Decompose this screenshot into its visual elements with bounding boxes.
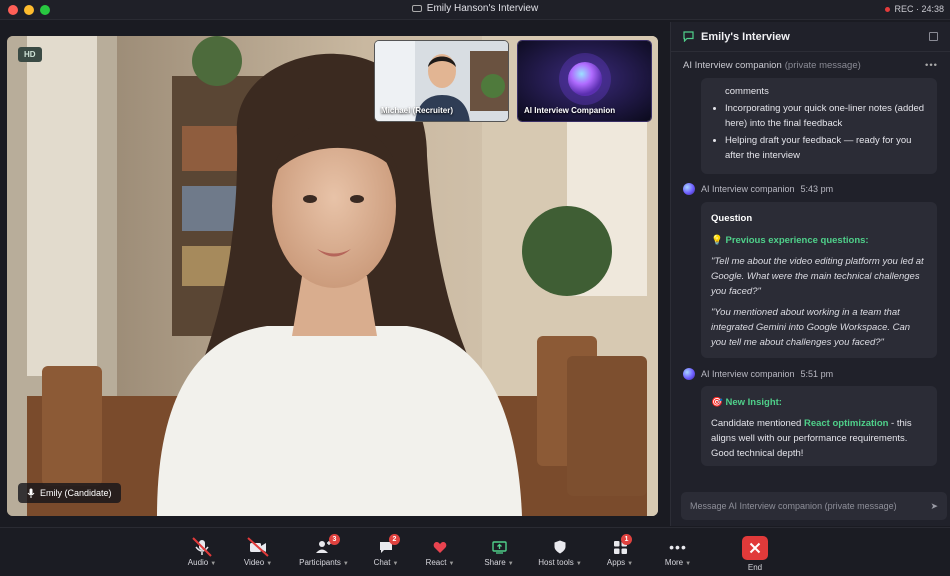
apps-label: Apps	[606, 558, 626, 567]
window-titlebar: Emily Hanson's Interview REC · 24:38	[0, 0, 950, 20]
suggested-question-2: "You mentioned about working in a team t…	[711, 307, 911, 348]
insight-text-before: Candidate mentioned	[711, 418, 804, 429]
shield-icon	[554, 540, 566, 554]
chat-button[interactable]: 2 Chat ▼	[356, 534, 416, 567]
message-meta-2: AI Interview companion 5:43 pm	[683, 183, 833, 195]
candidate-name-tag: Emily (Candidate)	[18, 483, 121, 503]
recording-indicator: REC · 24:38	[885, 4, 944, 14]
close-icon	[749, 542, 761, 554]
message-time: 5:43 pm	[800, 184, 834, 194]
video-camera-icon	[411, 4, 422, 12]
chevron-down-icon: ▼	[342, 561, 349, 567]
suggested-question-1: "Tell me about the video editing platfor…	[711, 256, 924, 297]
ai-companion-video-tile[interactable]: AI Interview Companion	[517, 40, 652, 122]
chevron-down-icon: ▼	[507, 561, 514, 567]
microphone-icon	[27, 488, 35, 498]
insight-header: 🎯 New Insight:	[711, 395, 927, 410]
insight-message-card: 🎯 New Insight: Candidate mentioned React…	[701, 386, 937, 466]
audio-button[interactable]: Audio ▼	[172, 536, 232, 567]
chevron-down-icon: ▼	[448, 561, 455, 567]
chat-message-feed[interactable]: comments Incorporating your quick one-li…	[671, 78, 950, 486]
chat-input-placeholder: Message AI Interview companion (private …	[690, 501, 897, 511]
chat-message-input[interactable]: Message AI Interview companion (private …	[681, 492, 947, 520]
candidate-name-text: Emily (Candidate)	[40, 488, 112, 498]
record-dot-icon	[885, 7, 891, 13]
more-options-icon[interactable]: •••	[925, 60, 938, 71]
ai-companion-name-label: AI Interview Companion	[524, 106, 616, 115]
chat-panel-header: Emily's Interview	[671, 22, 950, 52]
chat-panel-title: Emily's Interview	[701, 30, 790, 43]
more-button[interactable]: ••• More ▼	[648, 536, 708, 567]
react-button[interactable]: React ▼	[410, 536, 470, 567]
ai-companion-avatar-icon	[683, 368, 695, 380]
insight-body: Candidate mentioned React optimization -…	[711, 416, 927, 461]
share-screen-icon	[491, 540, 507, 554]
video-button[interactable]: Video ▼	[228, 536, 288, 567]
host-tools-label: Host tools	[538, 558, 574, 567]
recording-time: REC · 24:38	[894, 4, 944, 14]
sender-name: AI Interview companion	[701, 369, 795, 379]
more-label: More	[664, 558, 684, 567]
lightbulb-icon: 💡	[711, 235, 723, 246]
video-label: Video	[243, 558, 265, 567]
chevron-down-icon: ▼	[685, 561, 692, 567]
message-lead-text: comments	[725, 86, 769, 97]
message-time: 5:51 pm	[800, 369, 834, 379]
ai-companion-avatar-icon	[683, 183, 695, 195]
hd-badge: HD	[18, 47, 42, 62]
participants-label: Participants	[299, 558, 341, 567]
chat-panel: Emily's Interview AI Interview companion…	[670, 22, 950, 526]
main-video-stage[interactable]: HD Michael (Recruiter) AI Interview Comp…	[7, 36, 658, 516]
sender-name: AI Interview companion	[701, 184, 795, 194]
more-dots-icon: •••	[669, 539, 687, 555]
pop-out-icon[interactable]	[929, 32, 938, 41]
chat-bubble-icon	[683, 31, 694, 42]
share-label: Share	[484, 558, 506, 567]
chevron-down-icon: ▼	[392, 561, 399, 567]
window-title: Emily Hanson's Interview	[0, 3, 950, 14]
chevron-down-icon: ▼	[627, 561, 634, 567]
chevron-down-icon: ▼	[575, 561, 582, 567]
window-title-text: Emily Hanson's Interview	[426, 3, 539, 14]
participants-count-badge: 3	[329, 534, 340, 545]
recipient-name: AI Interview companion	[683, 59, 782, 71]
companion-message-card-1: comments Incorporating your quick one-li…	[701, 78, 937, 174]
recruiter-name-label: Michael (Recruiter)	[381, 106, 454, 115]
share-button[interactable]: Share ▼	[469, 536, 529, 567]
chat-recipient-bar: AI Interview companion (private message)…	[671, 52, 950, 78]
bullet-item: Helping draft your feedback — ready for …	[725, 133, 927, 163]
insight-title: New Insight:	[725, 397, 782, 408]
apps-notification-badge: 1	[621, 534, 632, 545]
end-label: End	[747, 563, 763, 572]
meeting-toolbar: Audio ▼ Video ▼ 3 Participants ▼ 2 Chat ▼ Re…	[0, 527, 950, 576]
send-icon[interactable]: ➤	[930, 501, 938, 512]
bullet-item: Incorporating your quick one-liner notes…	[725, 101, 927, 131]
end-call-button[interactable]: End	[725, 536, 785, 572]
recruiter-video-tile[interactable]: Michael (Recruiter)	[374, 40, 509, 122]
end-call-box[interactable]	[742, 536, 768, 560]
audio-label: Audio	[187, 558, 209, 567]
react-label: React	[425, 558, 447, 567]
apps-button[interactable]: 1 Apps ▼	[590, 534, 650, 567]
question-message-card: Question 💡 Previous experience questions…	[701, 202, 937, 358]
private-note: (private message)	[784, 59, 861, 71]
bullet-list: Incorporating your quick one-liner notes…	[711, 101, 927, 163]
insight-highlight: React optimization	[803, 418, 889, 429]
question-section-header: 💡 Previous experience questions:	[711, 233, 927, 248]
heart-icon	[433, 541, 447, 553]
host-tools-button[interactable]: Host tools ▼	[528, 536, 592, 567]
microphone-muted-icon	[192, 537, 212, 557]
chat-label: Chat	[373, 558, 391, 567]
question-title: Question	[711, 213, 753, 224]
target-icon: 🎯	[711, 397, 723, 408]
message-meta-3: AI Interview companion 5:51 pm	[683, 368, 833, 380]
chevron-down-icon: ▼	[210, 561, 217, 567]
chat-unread-badge: 2	[389, 534, 400, 545]
participants-button[interactable]: 3 Participants ▼	[292, 534, 356, 567]
chevron-down-icon: ▼	[266, 561, 273, 567]
camera-off-icon	[247, 537, 269, 557]
question-section-title: Previous experience questions:	[725, 235, 869, 246]
